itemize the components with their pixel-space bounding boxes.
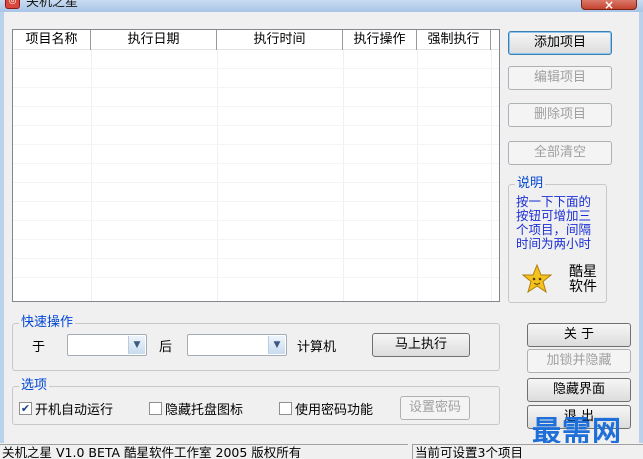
- set-password-button[interactable]: 设置密码: [400, 396, 470, 420]
- label-computer: 计算机: [297, 340, 337, 355]
- execute-now-button[interactable]: 马上执行: [372, 333, 470, 357]
- label-at: 于: [32, 340, 46, 355]
- grid-line: [13, 125, 499, 126]
- about-button[interactable]: 关 于: [527, 323, 631, 347]
- app-icon: ◎: [5, 0, 20, 9]
- brand-label: 酷星 软件: [566, 265, 600, 295]
- list-header: 项目名称 执行日期 执行时间 执行操作 强制执行: [13, 30, 499, 50]
- main-window: 项目名称 执行日期 执行时间 执行操作 强制执行 添加项目 编辑项目 删除项目 …: [0, 12, 643, 459]
- title-bar: ◎ 关机之星 ×: [0, 0, 643, 12]
- autorun-checkbox[interactable]: ✔ 开机自动运行: [19, 400, 114, 418]
- checkbox-box[interactable]: [149, 401, 162, 415]
- brand-line-1: 酷星: [569, 264, 597, 280]
- chevron-down-icon[interactable]: ▼: [128, 336, 145, 354]
- grid-line: [13, 68, 499, 69]
- label-after: 后: [159, 340, 173, 355]
- grid-line: [13, 258, 499, 259]
- grid-line: [13, 87, 499, 88]
- hide-ui-button[interactable]: 隐藏界面: [527, 378, 631, 402]
- lock-hide-button[interactable]: 加锁并隐藏: [527, 349, 631, 373]
- brand-line-2: 软件: [569, 279, 597, 295]
- options-title: 选项: [19, 378, 50, 394]
- clear-all-button[interactable]: 全部清空: [508, 141, 612, 165]
- close-button[interactable]: ×: [581, 0, 637, 12]
- description-title: 说明: [515, 176, 546, 192]
- autorun-label: 开机自动运行: [35, 402, 114, 418]
- hide-tray-label: 隐藏托盘图标: [165, 402, 244, 418]
- chevron-down-icon[interactable]: ▼: [268, 336, 285, 354]
- time-combo[interactable]: ▼: [67, 334, 147, 356]
- checkbox-box[interactable]: [279, 401, 292, 415]
- grid-line: [13, 163, 499, 164]
- grid-line: [13, 220, 499, 221]
- quick-ops-title: 快速操作: [19, 315, 76, 331]
- description-group: 说明 按一下下面的按钮可增加三个项目，间隔时间为两小时 酷星 软件: [508, 176, 607, 303]
- status-copyright: 关机之星 V1.0 BETA 酷星软件工作室 2005 版权所有: [0, 444, 408, 459]
- grid-line: [13, 144, 499, 145]
- list-body[interactable]: [13, 50, 499, 301]
- column-header-action[interactable]: 执行操作: [343, 30, 417, 50]
- column-header-time[interactable]: 执行时间: [217, 30, 343, 50]
- column-header-date[interactable]: 执行日期: [91, 30, 217, 50]
- column-header-force[interactable]: 强制执行: [417, 30, 491, 50]
- add-item-button[interactable]: 添加项目: [508, 31, 612, 55]
- grid-line: [13, 277, 499, 278]
- grid-line: [13, 106, 499, 107]
- star-icon: [522, 264, 552, 294]
- hide-tray-checkbox[interactable]: 隐藏托盘图标: [149, 400, 244, 418]
- edit-item-button[interactable]: 编辑项目: [508, 66, 612, 90]
- description-text: 按一下下面的按钮可增加三个项目，间隔时间为两小时: [516, 194, 592, 251]
- delete-item-button[interactable]: 删除项目: [508, 103, 612, 127]
- options-group: 选项 ✔ 开机自动运行 隐藏托盘图标 使用密码功能 设置密码: [12, 378, 500, 425]
- grid-line: [13, 239, 499, 240]
- window-title: 关机之星: [26, 0, 79, 10]
- use-password-label: 使用密码功能: [295, 402, 374, 418]
- grid-line: [13, 182, 499, 183]
- status-item-count: 当前可设置3个项目: [412, 444, 643, 459]
- status-bar: 关机之星 V1.0 BETA 酷星软件工作室 2005 版权所有 当前可设置3个…: [0, 443, 643, 459]
- checkbox-box[interactable]: ✔: [19, 401, 32, 415]
- grid-line: [13, 201, 499, 202]
- task-list[interactable]: 项目名称 执行日期 执行时间 执行操作 强制执行: [12, 29, 500, 302]
- use-password-checkbox[interactable]: 使用密码功能: [279, 400, 374, 418]
- quick-ops-group: 快速操作 于 ▼ 后 ▼ 计算机 马上执行: [12, 315, 500, 371]
- column-header-name[interactable]: 项目名称: [13, 30, 91, 50]
- action-combo[interactable]: ▼: [187, 334, 287, 356]
